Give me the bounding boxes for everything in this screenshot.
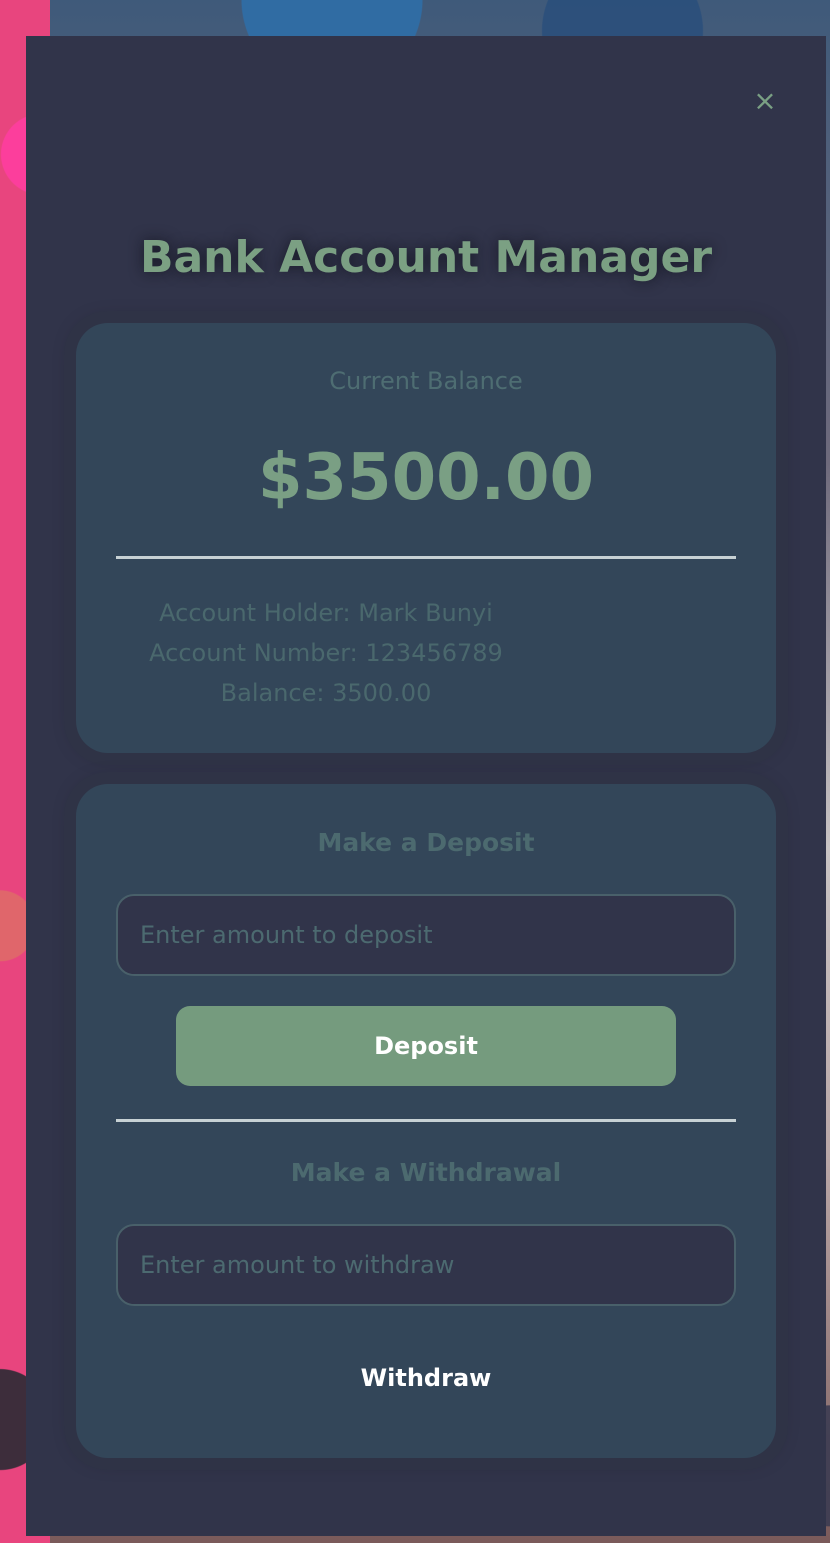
- transactions-card: Make a Deposit Deposit Make a Withdrawal…: [76, 784, 776, 1458]
- divider: [116, 1119, 736, 1122]
- withdraw-amount-input[interactable]: [116, 1224, 736, 1306]
- bank-modal: × Bank Account Manager Current Balance $…: [26, 36, 826, 1536]
- deposit-button[interactable]: Deposit: [176, 1006, 676, 1086]
- account-balance: Balance: 3500.00: [220, 679, 432, 707]
- balance-card: Current Balance $3500.00 Account Holder:…: [76, 323, 776, 753]
- deposit-amount-input[interactable]: [116, 894, 736, 976]
- divider: [116, 556, 736, 559]
- withdraw-title: Make a Withdrawal: [290, 1158, 562, 1187]
- account-details: Account Holder: Mark Bunyi Account Numbe…: [116, 593, 536, 713]
- balance-label: Current Balance: [329, 367, 523, 395]
- account-holder: Account Holder: Mark Bunyi: [159, 599, 493, 627]
- balance-amount: $3500.00: [257, 441, 595, 515]
- withdraw-button[interactable]: Withdraw: [176, 1338, 676, 1418]
- close-icon[interactable]: ×: [750, 86, 780, 116]
- account-number: Account Number: 123456789: [149, 639, 503, 667]
- page-title: Bank Account Manager: [139, 232, 713, 283]
- deposit-title: Make a Deposit: [317, 828, 535, 857]
